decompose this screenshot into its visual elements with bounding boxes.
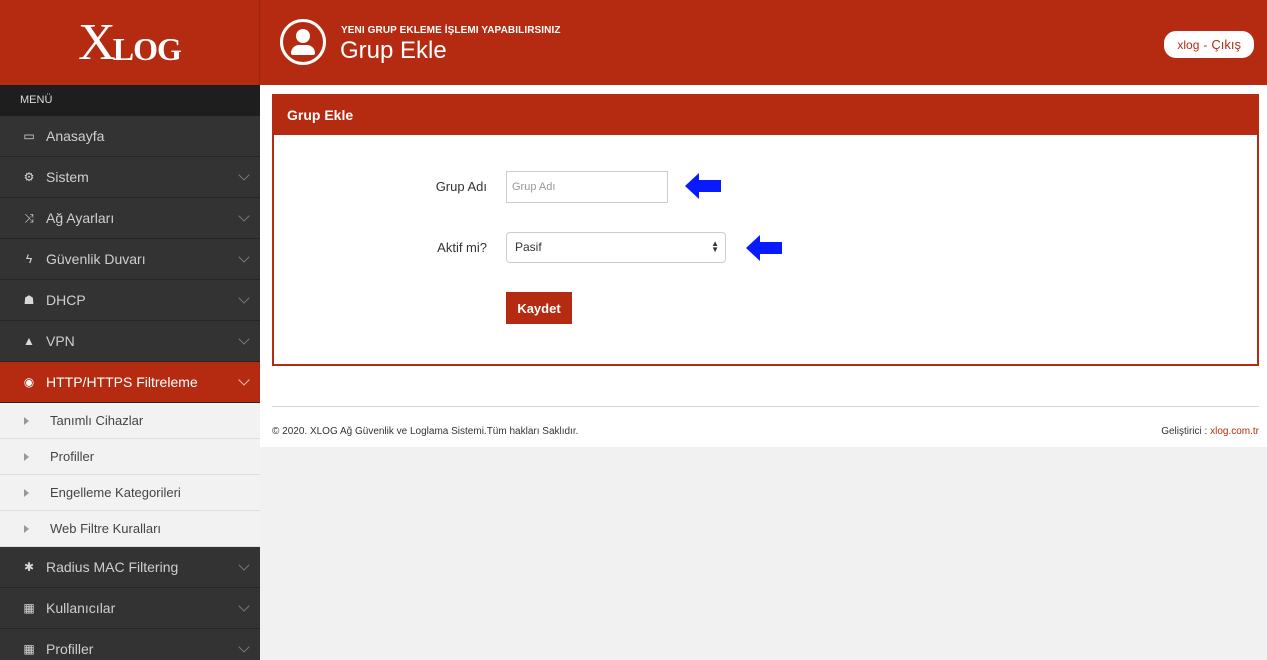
sidebar-item-dhcp[interactable]: ☗ DHCP xyxy=(0,280,260,321)
sidebar-item-label: Anasayfa xyxy=(46,128,105,144)
asterisk-icon: ✱ xyxy=(23,560,35,574)
group-name-label: Grup Adı xyxy=(435,179,487,194)
cogs-icon: ⚙ xyxy=(23,170,35,184)
sidebar-item-label: Kullanıcılar xyxy=(46,600,116,616)
chevron-down-icon xyxy=(238,641,250,653)
caret-right-icon xyxy=(24,524,29,533)
page-title: Grup Ekle xyxy=(340,37,447,64)
th-large-icon: ▦ xyxy=(23,642,35,656)
sidebar-item-label: Güvenlik Duvarı xyxy=(46,251,146,267)
sidebar-item-kullanicilar[interactable]: ▦ Kullanıcılar xyxy=(0,588,260,629)
page-header: YENI GRUP EKLEME İŞLEMI YAPABILIRSINIZ G… xyxy=(260,0,1267,85)
sidebar-item-profiller[interactable]: ▦ Profiller xyxy=(0,629,260,660)
sidebar-item-label: VPN xyxy=(46,333,75,349)
sidebar-item-label: HTTP/HTTPS Filtreleme xyxy=(46,374,198,390)
chevron-down-icon xyxy=(238,333,250,345)
sidebar-subitem-web-filtre-kurallari[interactable]: Web Filtre Kuralları xyxy=(0,511,260,547)
sidebar-subitem-label: Profiller xyxy=(50,449,95,464)
th-large-icon: ▦ xyxy=(23,601,35,615)
footer-developer: Geliştirici : xlog.com.tr xyxy=(1161,426,1259,437)
sidebar-item-radius-mac[interactable]: ✱ Radius MAC Filtering xyxy=(0,547,260,588)
logout-label: Çıkış xyxy=(1211,37,1241,52)
road-icon: ▲ xyxy=(23,334,35,348)
add-group-panel: Grup Ekle Grup Adı Aktif mi? Pasif ▲▼ Ka… xyxy=(272,94,1259,366)
caret-right-icon xyxy=(24,452,29,461)
menu-title: MENÜ xyxy=(0,85,260,116)
separator: - xyxy=(1203,37,1208,52)
chevron-down-icon xyxy=(238,600,250,612)
active-label: Aktif mi? xyxy=(437,240,487,255)
chevron-down-icon xyxy=(238,251,250,263)
active-select[interactable]: Pasif ▲ ▼ xyxy=(506,232,726,263)
sidebar-item-vpn[interactable]: ▲ VPN xyxy=(0,321,260,362)
laptop-icon: ▭ xyxy=(23,129,35,143)
sidebar-subitem-label: Web Filtre Kuralları xyxy=(50,521,162,536)
footer-divider xyxy=(272,406,1259,407)
arrow-left-icon xyxy=(685,173,721,199)
sidebar-item-label: Sistem xyxy=(46,169,89,185)
sitemap-icon: ☗ xyxy=(23,293,35,307)
user-circle-icon xyxy=(280,19,326,65)
caret-right-icon xyxy=(24,488,29,497)
chevron-down-icon xyxy=(238,210,250,222)
chevron-down-icon xyxy=(238,374,250,386)
random-icon: ⤨ xyxy=(24,210,34,225)
save-button[interactable]: Kaydet xyxy=(506,292,572,324)
sidebar-item-label: DHCP xyxy=(46,292,86,308)
sidebar-item-sistem[interactable]: ⚙ Sistem xyxy=(0,157,260,198)
arrow-left-icon xyxy=(746,235,782,261)
sidebar: X LOG MENÜ ▭ Anasayfa ⚙ Sistem ⤨ Ağ Ayarl… xyxy=(0,0,260,660)
logout-button[interactable]: xlog - Çıkış xyxy=(1164,31,1254,58)
sidebar-item-http-filtreleme[interactable]: ◉ HTTP/HTTPS Filtreleme xyxy=(0,362,260,403)
eye-slash-icon: ◉ xyxy=(23,375,35,389)
sidebar-subitem-tanimli-cihazlar[interactable]: Tanımlı Cihazlar xyxy=(0,403,260,439)
caret-right-icon xyxy=(24,416,29,425)
sidebar-item-ag-ayarlari[interactable]: ⤨ Ağ Ayarları xyxy=(0,198,260,239)
bolt-icon: ϟ xyxy=(25,252,33,266)
chevron-down-icon xyxy=(238,292,250,304)
sidebar-subitem-engelleme-kategorileri[interactable]: Engelleme Kategorileri xyxy=(0,475,260,511)
developer-label: Geliştirici : xyxy=(1161,426,1208,437)
sidebar-item-label: Ağ Ayarları xyxy=(46,210,115,226)
page-subtitle: YENI GRUP EKLEME İŞLEMI YAPABILIRSINIZ xyxy=(341,25,561,36)
logo-area[interactable]: X LOG xyxy=(0,0,260,85)
developer-link[interactable]: xlog.com.tr xyxy=(1210,426,1259,437)
sidebar-item-label: Radius MAC Filtering xyxy=(46,559,179,575)
sidebar-subitem-profiller[interactable]: Profiller xyxy=(0,439,260,475)
chevron-down-icon xyxy=(238,559,250,571)
footer-copyright: © 2020. XLOG Ağ Güvenlik ve Loglama Sist… xyxy=(272,426,579,437)
sidebar-item-label: Profiller xyxy=(46,641,94,657)
sidebar-subitem-label: Engelleme Kategorileri xyxy=(50,485,181,500)
sidebar-item-anasayfa[interactable]: ▭ Anasayfa xyxy=(0,116,260,157)
select-arrows-icon: ▲ ▼ xyxy=(711,239,719,254)
username-label: xlog xyxy=(1177,37,1200,52)
active-select-value: Pasif xyxy=(515,240,542,254)
sidebar-item-guvenlik-duvari[interactable]: ϟ Güvenlik Duvarı xyxy=(0,239,260,280)
xlog-logo: X LOG xyxy=(78,13,182,71)
panel-title: Grup Ekle xyxy=(274,96,1257,135)
chevron-down-icon xyxy=(238,169,250,181)
sidebar-subitem-label: Tanımlı Cihazlar xyxy=(50,413,144,428)
group-name-input[interactable] xyxy=(506,171,668,203)
